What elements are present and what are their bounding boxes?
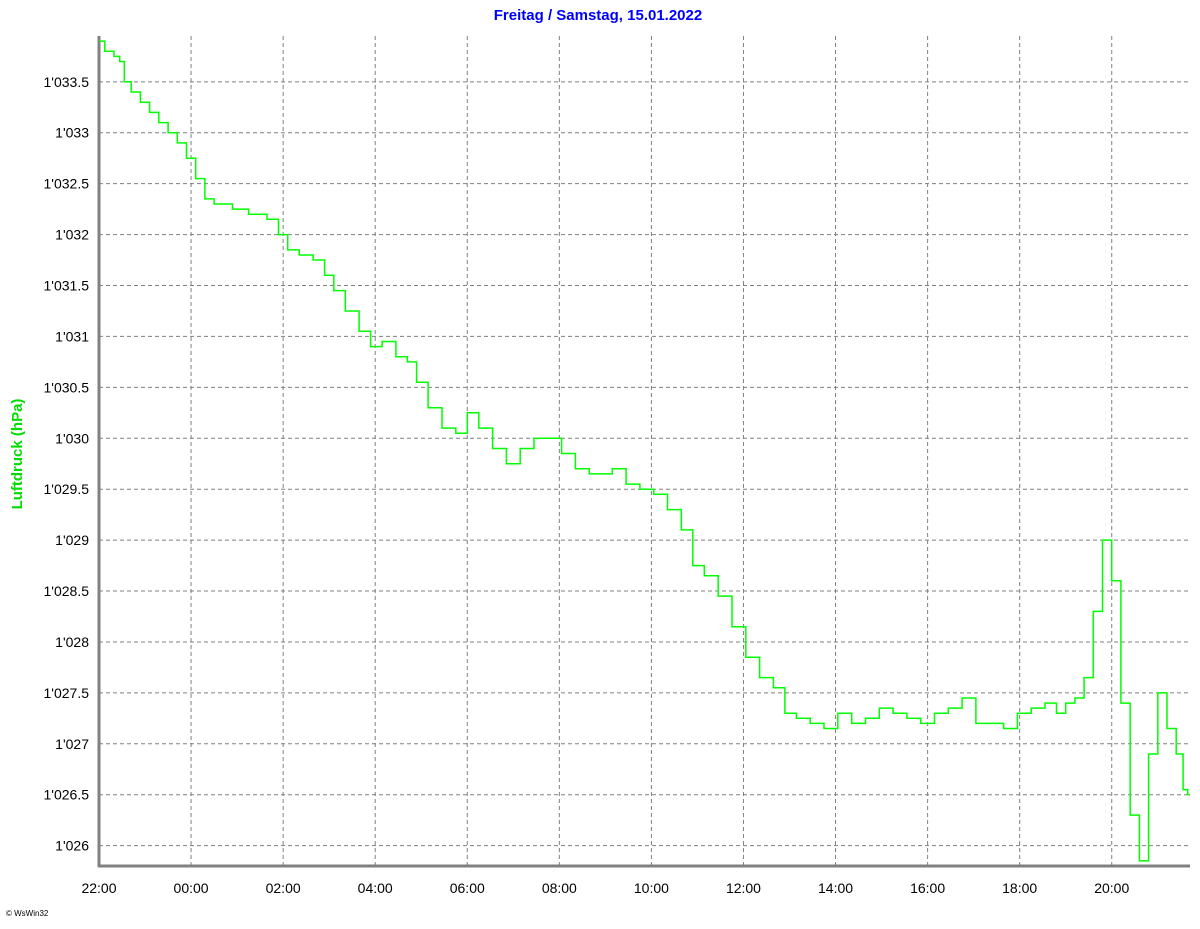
y-tick-label: 1'033.5 [44, 74, 90, 90]
x-tick-label: 14:00 [818, 880, 853, 896]
y-tick-label: 1'031.5 [44, 278, 90, 294]
y-tick-labels: 1'026 1'026.5 1'027 1'027.5 1'028 1'028.5 1'02… [44, 74, 90, 854]
x-tick-label: 00:00 [174, 880, 209, 896]
y-tick-label: 1'032 [55, 227, 89, 243]
x-tick-label: 08:00 [542, 880, 577, 896]
series-layer [99, 40, 1190, 862]
y-tick-label: 1'030.5 [44, 379, 90, 395]
x-tick-label: 18:00 [1002, 880, 1037, 896]
y-tick-label: 1'026.5 [44, 787, 90, 803]
y-tick-label: 1'029.5 [44, 481, 90, 497]
y-tick-label: 1'033 [55, 125, 89, 141]
pressure-chart: Freitag / Samstag, 15.01.2022 Luftdruck … [6, 7, 1190, 918]
x-tick-label: 12:00 [726, 880, 761, 896]
y-tick-label: 1'031 [55, 328, 89, 344]
y-tick-label: 1'032.5 [44, 176, 90, 192]
axes [97, 36, 1190, 868]
x-tick-label: 04:00 [358, 880, 393, 896]
y-tick-label: 1'030 [55, 430, 89, 446]
x-tick-label: 22:00 [81, 880, 116, 896]
x-tick-label: 06:00 [450, 880, 485, 896]
y-tick-label: 1'029 [55, 532, 89, 548]
x-tick-label: 16:00 [910, 880, 945, 896]
x-tick-label: 02:00 [266, 880, 301, 896]
y-tick-label: 1'026 [55, 838, 89, 854]
x-tick-labels: 22:00 00:00 02:00 04:00 06:00 08:00 10:00 12:00… [81, 880, 1129, 896]
y-tick-label: 1'028 [55, 634, 89, 650]
pressure-series-line [99, 40, 1190, 862]
software-credit: © WsWin32 [6, 909, 49, 918]
y-axis-label: Luftdruck (hPa) [9, 399, 26, 510]
y-tick-label: 1'027 [55, 736, 89, 752]
y-tick-label: 1'027.5 [44, 685, 90, 701]
grid [99, 36, 1190, 866]
x-tick-label: 10:00 [634, 880, 669, 896]
chart-title: Freitag / Samstag, 15.01.2022 [494, 7, 702, 24]
y-tick-label: 1'028.5 [44, 583, 90, 599]
x-tick-label: 20:00 [1094, 880, 1129, 896]
